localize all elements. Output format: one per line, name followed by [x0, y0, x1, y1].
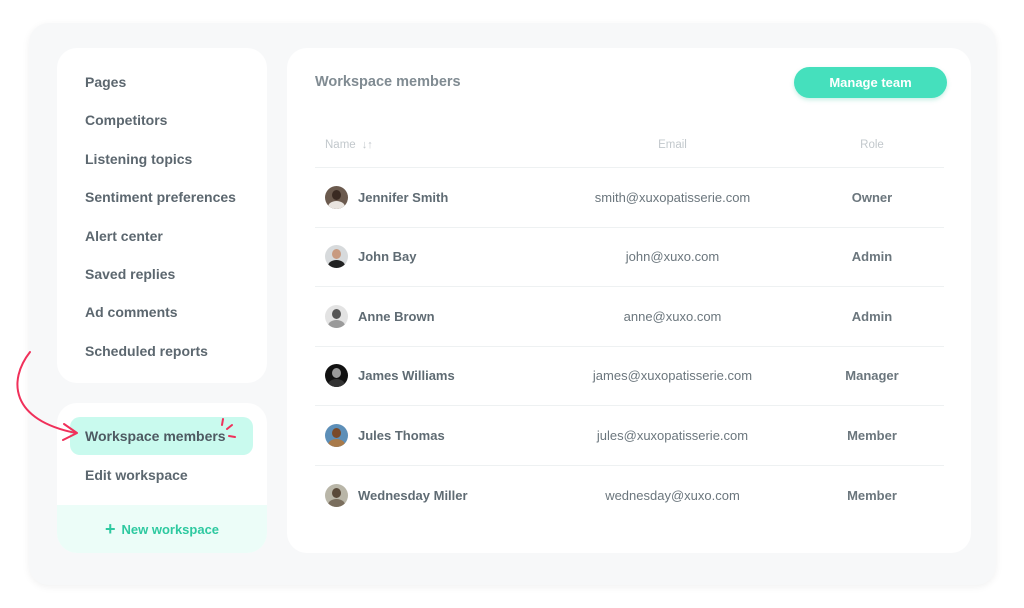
member-email: john@xuxo.com — [625, 249, 720, 265]
member-role: Admin — [851, 308, 893, 324]
sidebar-item-listening-topics[interactable]: Listening topics — [57, 149, 267, 187]
column-header-role: Role — [860, 139, 884, 151]
workspace-sidebar: Workspace members Edit workspace + New w… — [57, 403, 267, 553]
member-name: John Bay — [358, 249, 417, 265]
table-row[interactable]: Jennifer Smith smith@xuxopatisserie.com … — [315, 168, 944, 228]
column-header-name-label: Name — [325, 139, 356, 151]
settings-nav-list: Pages Competitors Listening topics Senti… — [57, 48, 267, 379]
table-row[interactable]: John Bay john@xuxo.com Admin — [315, 228, 944, 287]
sidebar-item-ad-comments[interactable]: Ad comments — [57, 302, 267, 340]
sort-icon[interactable]: ↓↑ — [362, 139, 373, 151]
table-row[interactable]: Jules Thomas jules@xuxopatisserie.com Me… — [315, 406, 944, 466]
sidebar-item-sentiment-preferences[interactable]: Sentiment preferences — [57, 187, 267, 225]
member-email: smith@xuxopatisserie.com — [594, 189, 751, 205]
member-name: James Williams — [358, 368, 455, 384]
member-role: Manager — [845, 368, 899, 384]
sidebar-item-edit-workspace[interactable]: Edit workspace — [70, 456, 253, 494]
new-workspace-button[interactable]: + New workspace — [57, 505, 267, 553]
avatar — [325, 304, 348, 328]
member-role: Member — [847, 427, 897, 443]
table-row[interactable]: James Williams james@xuxopatisserie.com … — [315, 347, 944, 406]
sidebar-item-alert-center[interactable]: Alert center — [57, 226, 267, 264]
settings-sidebar: Pages Competitors Listening topics Senti… — [57, 48, 267, 383]
column-header-email: Email — [658, 139, 687, 151]
member-name: Anne Brown — [358, 308, 435, 324]
manage-team-button[interactable]: Manage team — [794, 67, 947, 98]
sidebar-item-workspace-members[interactable]: Workspace members — [70, 417, 253, 455]
member-name: Wednesday Miller — [358, 487, 468, 503]
avatar — [325, 364, 348, 388]
member-name: Jennifer Smith — [358, 189, 449, 205]
table-row[interactable]: Wednesday Miller wednesday@xuxo.com Memb… — [315, 466, 944, 526]
member-name: Jules Thomas — [358, 427, 445, 443]
avatar — [325, 185, 348, 209]
member-email: jules@xuxopatisserie.com — [596, 427, 749, 443]
sidebar-item-label: Workspace members — [85, 428, 226, 444]
avatar — [325, 423, 348, 447]
member-email: anne@xuxo.com — [623, 308, 722, 324]
sidebar-item-scheduled-reports[interactable]: Scheduled reports — [57, 341, 267, 379]
sidebar-item-label: Edit workspace — [85, 467, 188, 483]
members-table: Name ↓↑ Email Role Jennifer Smith smith@… — [315, 123, 944, 525]
plus-icon: + — [104, 519, 116, 539]
table-row[interactable]: Anne Brown anne@xuxo.com Admin — [315, 287, 944, 347]
table-header: Name ↓↑ Email Role — [315, 123, 944, 168]
sidebar-item-competitors[interactable]: Competitors — [57, 110, 267, 148]
workspace-members-panel: Workspace members Manage team Name ↓↑ Em… — [287, 48, 971, 553]
avatar — [325, 483, 348, 507]
new-workspace-label: New workspace — [121, 521, 220, 537]
member-email: james@xuxopatisserie.com — [592, 368, 753, 384]
member-role: Owner — [851, 189, 893, 205]
sidebar-item-saved-replies[interactable]: Saved replies — [57, 264, 267, 302]
avatar — [325, 245, 348, 269]
page-title: Workspace members — [315, 74, 461, 90]
member-role: Admin — [851, 249, 893, 265]
member-email: wednesday@xuxo.com — [605, 487, 740, 503]
column-header-name[interactable]: Name ↓↑ — [315, 139, 545, 151]
sidebar-item-pages[interactable]: Pages — [57, 72, 267, 110]
member-role: Member — [847, 487, 897, 503]
